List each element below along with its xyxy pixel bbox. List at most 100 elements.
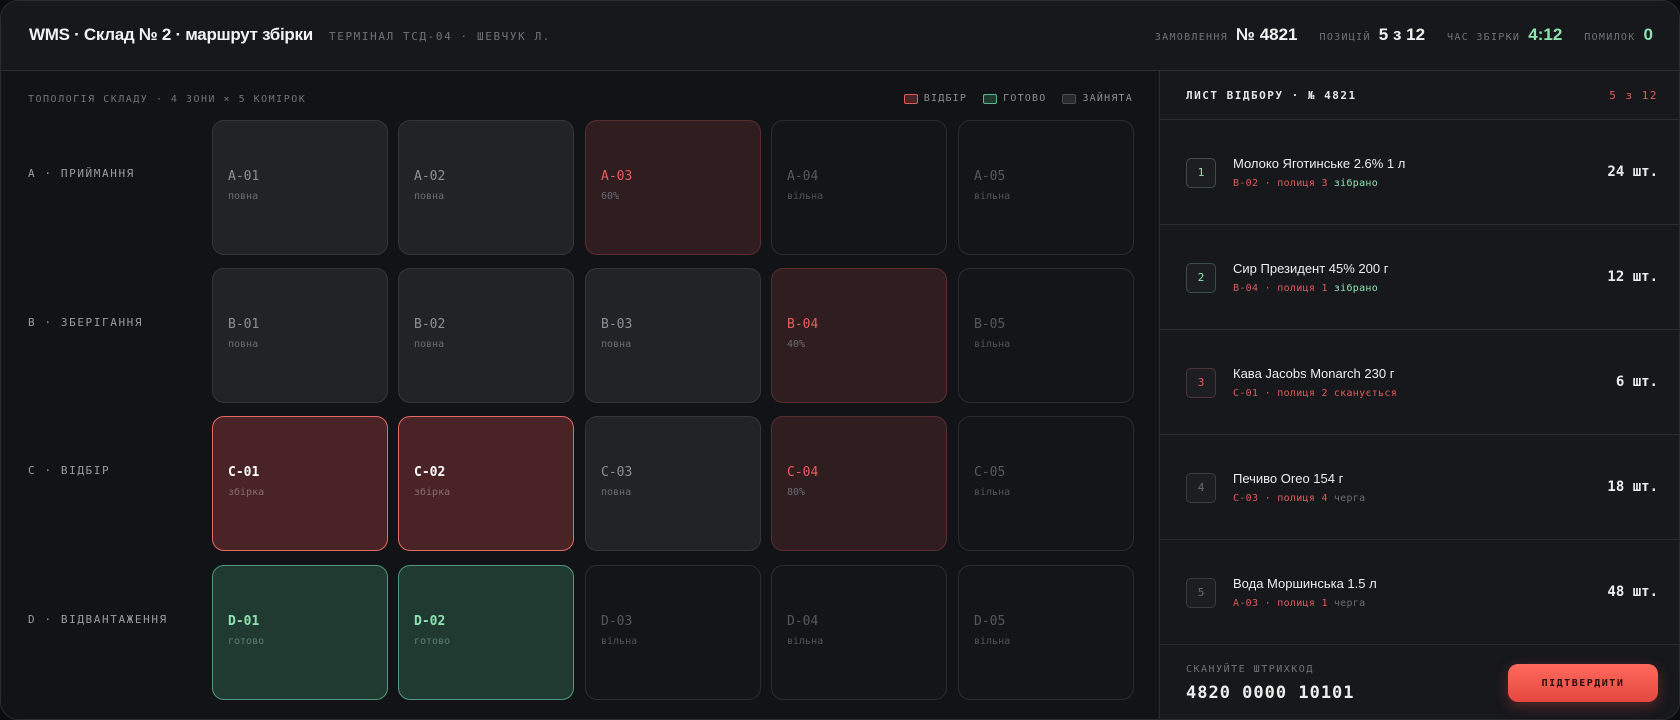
stat-value: 4:12 — [1528, 25, 1563, 44]
legend-swatch-gray — [1062, 93, 1077, 104]
item-number-badge: 3 — [1186, 368, 1216, 398]
cell-status: збірка — [414, 487, 451, 498]
cell-a-02[interactable]: A-02 повна — [398, 120, 574, 255]
cell-a-04[interactable]: A-04 вільна — [771, 120, 947, 255]
cell-code: A-03 — [601, 169, 633, 184]
cell-d-05[interactable]: D-05 вільна — [958, 565, 1134, 700]
cell-status: повна — [228, 191, 259, 202]
stat-value: 0 — [1643, 25, 1653, 44]
stat-positions: ПОЗИЦІЙ 5 з 12 — [1320, 25, 1426, 45]
cell-status: вільна — [601, 636, 638, 647]
stat-label: ПОЗИЦІЙ — [1319, 32, 1371, 43]
cell-c-05[interactable]: C-05 вільна — [958, 416, 1134, 551]
stat-pick-time: ЧАС ЗБІРКИ 4:12 — [1447, 25, 1562, 45]
cell-a-05[interactable]: A-05 вільна — [958, 120, 1134, 255]
cell-a-01[interactable]: A-01 повна — [212, 120, 388, 255]
cell-status: вільна — [974, 487, 1011, 498]
item-status: черга — [1333, 493, 1366, 504]
cell-code: A-02 — [414, 169, 446, 184]
pick-list-item[interactable]: 2 Сир Президент 45% 200 г B-04 · полиця … — [1160, 225, 1679, 330]
cell-c-03[interactable]: C-03 повна — [585, 416, 761, 551]
zone-label-b: B · ЗБЕРІГАННЯ — [28, 316, 144, 329]
item-location: C-03 · полиця 4 — [1233, 493, 1328, 504]
cell-status: повна — [414, 191, 445, 202]
stat-label: ПОМИЛОК — [1584, 32, 1636, 43]
cell-b-03[interactable]: B-03 повна — [585, 268, 761, 403]
cell-d-01[interactable]: D-01 готово — [212, 565, 388, 700]
legend-swatch-green — [983, 93, 998, 104]
item-quantity: 18 шт. — [1607, 479, 1658, 495]
confirm-button[interactable]: ПІДТВЕРДИТИ — [1508, 664, 1658, 702]
item-meta: A-03 · полиця 1 черга — [1233, 598, 1365, 609]
item-number-badge: 2 — [1186, 263, 1216, 293]
item-quantity: 24 шт. — [1607, 164, 1658, 180]
item-quantity: 6 шт. — [1615, 374, 1658, 390]
cell-status: 60% — [601, 191, 620, 202]
item-number-badge: 5 — [1186, 578, 1216, 608]
pick-list-item[interactable]: 4 Печиво Oreo 154 г C-03 · полиця 4 черга… — [1160, 435, 1679, 540]
cell-status: 40% — [787, 339, 806, 350]
page-title: WMS · Склад № 2 · маршрут збірки — [29, 25, 313, 44]
cell-status: вільна — [974, 339, 1011, 350]
stat-value: 5 з 12 — [1378, 25, 1426, 44]
cell-status: збірка — [228, 487, 265, 498]
cell-a-03[interactable]: A-03 60% — [585, 120, 761, 255]
item-meta: B-02 · полиця 3 зібрано — [1233, 178, 1378, 189]
top-bar: WMS · Склад № 2 · маршрут збірки ТЕРМІНА… — [1, 1, 1679, 71]
barcode-value[interactable]: 4820 0000 10101 — [1186, 683, 1355, 703]
stat-label: ЧАС ЗБІРКИ — [1447, 32, 1521, 43]
cell-c-04[interactable]: C-04 80% — [771, 416, 947, 551]
cell-code: D-01 — [228, 614, 260, 629]
cell-status: повна — [601, 339, 632, 350]
cell-code: D-04 — [787, 614, 819, 629]
item-meta: C-03 · полиця 4 черга — [1233, 493, 1365, 504]
cell-d-02[interactable]: D-02 готово — [398, 565, 574, 700]
scan-area: СКАНУЙТЕ ШТРИХКОД 4820 0000 10101 ПІДТВЕ… — [1160, 644, 1679, 719]
pick-list-item[interactable]: 5 Вода Моршинська 1.5 л A-03 · полиця 1 ч… — [1160, 540, 1679, 644]
warehouse-topology: ТОПОЛОГІЯ СКЛАДУ · 4 ЗОНИ × 5 КОМІРОК ВІ… — [1, 71, 1159, 719]
item-location: C-01 · полиця 2 — [1233, 388, 1328, 399]
cell-code: A-04 — [787, 169, 819, 184]
legend: ВІДБІР ГОТОВО ЗАЙНЯТА — [888, 93, 1133, 104]
pick-list-item[interactable]: 3 Кава Jacobs Monarch 230 г C-01 · полиц… — [1160, 330, 1679, 435]
cell-b-02[interactable]: B-02 повна — [398, 268, 574, 403]
pick-list-count: 5 з 12 — [1609, 89, 1658, 102]
cell-c-01[interactable]: C-01 збірка — [212, 416, 388, 551]
zone-label-d: D · ВІДВАНТАЖЕННЯ — [28, 613, 168, 626]
cell-status: повна — [414, 339, 445, 350]
item-name: Сир Президент 45% 200 г — [1233, 261, 1389, 276]
cell-code: A-01 — [228, 169, 260, 184]
item-location: B-02 · полиця 3 — [1233, 178, 1328, 189]
topology-label: ТОПОЛОГІЯ СКЛАДУ · 4 ЗОНИ × 5 КОМІРОК — [28, 94, 307, 105]
cell-code: D-05 — [974, 614, 1006, 629]
item-number-badge: 1 — [1186, 158, 1216, 188]
cell-code: C-05 — [974, 465, 1006, 480]
cell-code: D-02 — [414, 614, 446, 629]
order-stats: ЗАМОВЛЕННЯ № 4821 ПОЗИЦІЙ 5 з 12 ЧАС ЗБІ… — [1133, 25, 1653, 45]
cell-status: повна — [601, 487, 632, 498]
item-number-badge: 4 — [1186, 473, 1216, 503]
item-meta: B-04 · полиця 1 зібрано — [1233, 283, 1378, 294]
legend-label: ГОТОВО — [1003, 93, 1047, 104]
cell-code: C-01 — [228, 465, 260, 480]
cell-c-02[interactable]: C-02 збірка — [398, 416, 574, 551]
cell-d-04[interactable]: D-04 вільна — [771, 565, 947, 700]
item-status: черга — [1333, 598, 1366, 609]
cell-status: повна — [228, 339, 259, 350]
cell-code: B-02 — [414, 317, 446, 332]
item-location: A-03 · полиця 1 — [1233, 598, 1328, 609]
stat-value: № 4821 — [1236, 25, 1298, 44]
cell-b-04[interactable]: B-04 40% — [771, 268, 947, 403]
item-name: Молоко Яготинське 2.6% 1 л — [1233, 156, 1406, 171]
cell-b-05[interactable]: B-05 вільна — [958, 268, 1134, 403]
cell-code: B-04 — [787, 317, 819, 332]
cell-b-01[interactable]: B-01 повна — [212, 268, 388, 403]
item-quantity: 48 шт. — [1607, 584, 1658, 600]
pick-list-item[interactable]: 1 Молоко Яготинське 2.6% 1 л B-02 · поли… — [1160, 120, 1679, 225]
legend-item-occupied: ЗАЙНЯТА — [1062, 93, 1133, 104]
cell-d-03[interactable]: D-03 вільна — [585, 565, 761, 700]
item-name: Вода Моршинська 1.5 л — [1233, 576, 1377, 591]
cell-status: вільна — [787, 191, 824, 202]
item-name: Кава Jacobs Monarch 230 г — [1233, 366, 1395, 381]
cell-status: готово — [228, 636, 265, 647]
